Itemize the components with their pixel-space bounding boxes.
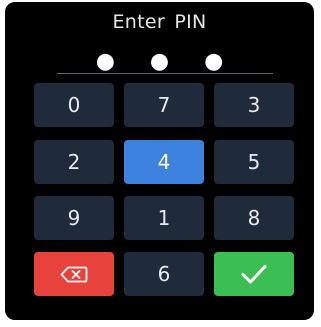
- key-6[interactable]: 6: [124, 252, 204, 296]
- backspace-icon: [60, 266, 88, 283]
- key-1[interactable]: 1: [124, 196, 204, 240]
- key-0[interactable]: 0: [34, 83, 114, 127]
- key-9[interactable]: 9: [34, 196, 114, 240]
- key-2[interactable]: 2: [34, 140, 114, 184]
- confirm-button[interactable]: [214, 252, 294, 296]
- key-3[interactable]: 3: [214, 83, 294, 127]
- checkmark-icon: [240, 263, 268, 285]
- pin-mask: ● ● ●: [95, 49, 238, 74]
- key-7[interactable]: 7: [124, 83, 204, 127]
- pin-underline: [57, 73, 273, 74]
- key-8[interactable]: 8: [214, 196, 294, 240]
- key-5[interactable]: 5: [214, 140, 294, 184]
- key-4[interactable]: 4: [124, 140, 204, 184]
- delete-button[interactable]: [34, 252, 114, 296]
- pin-entry-screen: Enter PIN ● ● ● 0 7 3 2 4 5 9 1 8 6: [5, 2, 314, 320]
- page-title: Enter PIN: [112, 11, 207, 33]
